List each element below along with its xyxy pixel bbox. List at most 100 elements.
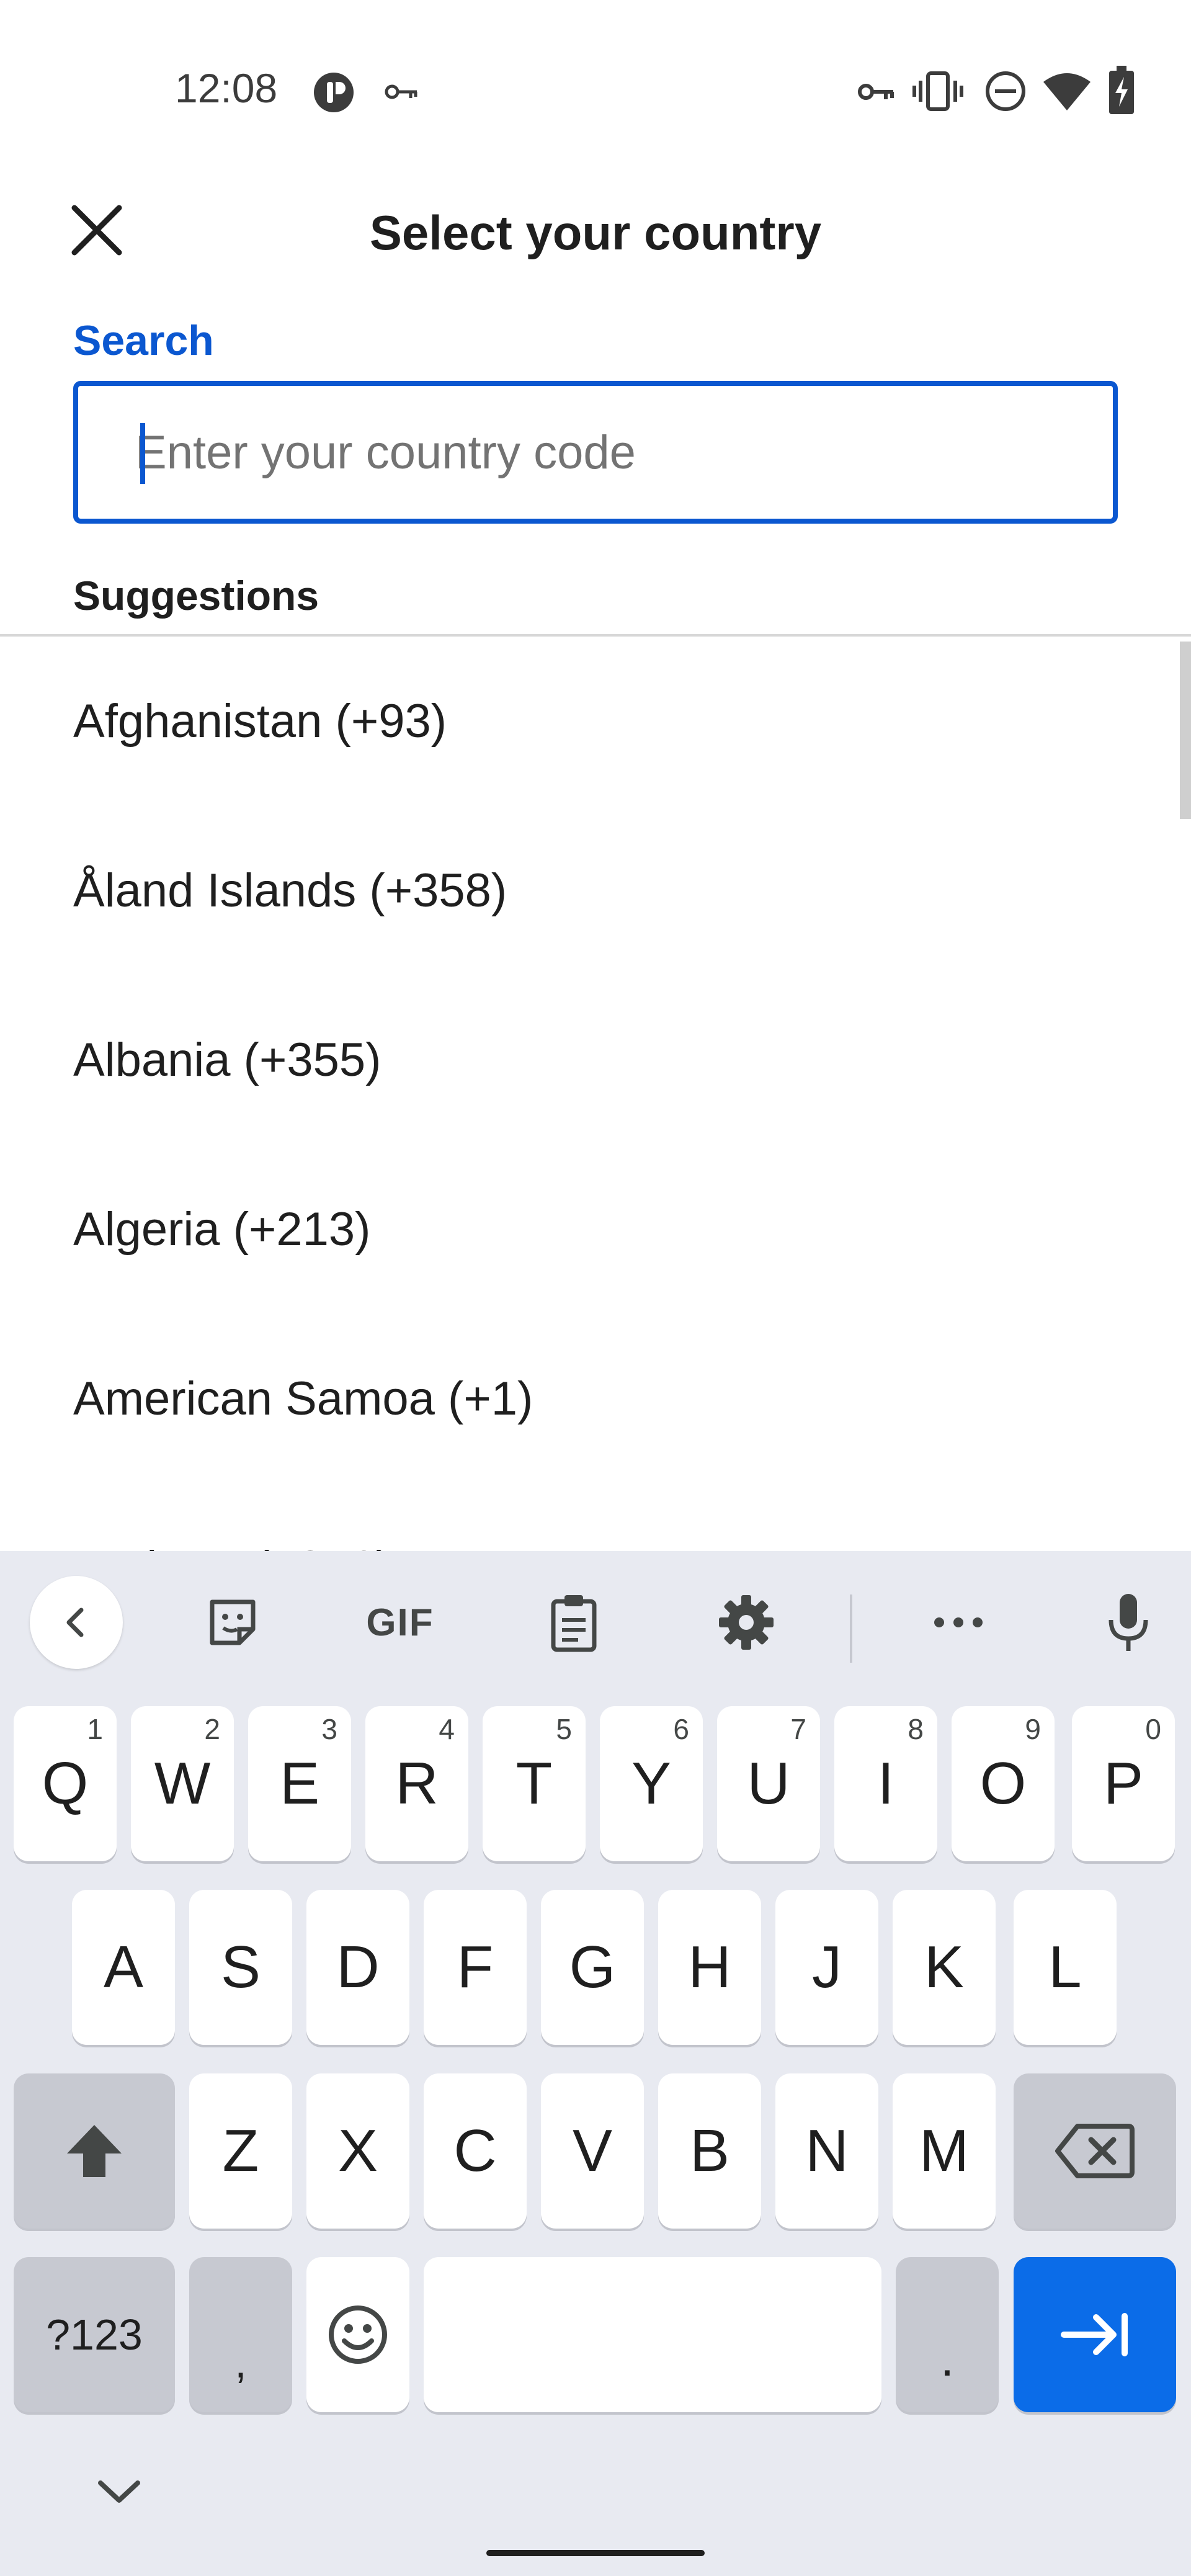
backspace-icon [1055,2124,1135,2178]
toolbar-back-button[interactable] [30,1576,123,1669]
key-hint: 2 [204,1713,220,1745]
backspace-key[interactable] [1014,2073,1176,2229]
shift-icon [67,2125,122,2177]
key-e[interactable]: E3 [248,1706,351,1861]
comma-key[interactable]: , [189,2257,292,2412]
key-r[interactable]: R4 [365,1706,468,1861]
hide-keyboard-chevron-down-icon[interactable] [93,2475,145,2507]
gif-label: GIF [366,1601,434,1644]
gear-icon [719,1595,774,1650]
key-hint: 0 [1145,1713,1161,1745]
key-label: U [747,1750,790,1817]
shift-key[interactable] [14,2073,175,2229]
more-options-button[interactable] [912,1576,1005,1669]
symbols-key[interactable]: ?123 [14,2257,175,2412]
list-item-andorra[interactable]: Andorra (+376) [0,1483,1179,1551]
gif-button[interactable]: GIF [354,1576,447,1669]
key-u[interactable]: U7 [717,1706,820,1861]
key-c[interactable]: C [424,2073,527,2229]
key-icon [858,84,894,100]
key-w[interactable]: W2 [131,1706,234,1861]
toolbar-separator [850,1594,852,1663]
screen: 12:08 Select your country Search Enter y… [0,0,1191,2576]
clipboard-button[interactable] [527,1576,620,1669]
more-horizontal-icon [934,1617,983,1627]
emoji-icon [329,2305,387,2364]
key-f[interactable]: F [424,1890,527,2045]
key-label: I [877,1750,894,1817]
key-label: Q [42,1750,89,1817]
key-j[interactable]: J [775,1890,878,2045]
key-z[interactable]: Z [189,2073,292,2229]
key-hint: 4 [439,1713,455,1745]
key-hint: 8 [908,1713,924,1745]
key-k[interactable]: K [893,1890,996,2045]
keyboard-toolbar: GIF [0,1551,1191,1688]
gesture-navigation-handle[interactable] [486,2550,705,2556]
key-h[interactable]: H [658,1890,761,2045]
list-item-afghanistan[interactable]: Afghanistan (+93) [0,637,1179,806]
key-label: E [279,1750,320,1817]
key-label: R [395,1750,439,1817]
key-s[interactable]: S [189,1890,292,2045]
key-label: T [515,1750,553,1817]
key-label: Y [631,1750,672,1817]
key-hint: 5 [556,1713,572,1745]
text-caret [140,423,145,484]
key-d[interactable]: D [306,1890,409,2045]
key-l[interactable]: L [1014,1890,1117,2045]
period-key[interactable]: . [896,2257,999,2412]
search-field[interactable] [73,381,1118,524]
settings-button[interactable] [700,1576,793,1669]
key-a[interactable]: A [72,1890,175,2045]
key-label: W [154,1750,211,1817]
key-v[interactable]: V [541,2073,644,2229]
sticker-icon [210,1599,256,1645]
battery-charging-icon [1109,66,1134,114]
wifi-icon [1043,73,1091,110]
vibrate-icon [912,71,963,111]
key-hint: 1 [87,1713,103,1745]
status-bar: 12:08 [0,0,1191,149]
list-item-albania[interactable]: Albania (+355) [0,975,1179,1145]
sticker-button[interactable] [186,1576,279,1669]
search-label: Search [73,317,214,364]
key-label: O [979,1750,1027,1817]
app-notification-icon [314,73,354,112]
status-time: 12:08 [175,65,278,111]
key-hint: 3 [321,1713,337,1745]
keyboard: G I F [0,1551,1191,2576]
list-item-algeria[interactable]: Algeria (+213) [0,1145,1179,1314]
key-b[interactable]: B [658,2073,761,2229]
country-code-input[interactable] [134,386,1102,519]
key-m[interactable]: M [893,2073,996,2229]
key-q[interactable]: Q1 [14,1706,117,1861]
key-x[interactable]: X [306,2073,409,2229]
next-key[interactable] [1014,2257,1176,2412]
key-t[interactable]: T5 [483,1706,586,1861]
list-item-american-samoa[interactable]: American Samoa (+1) [0,1314,1179,1483]
key-y[interactable]: Y6 [600,1706,703,1861]
page-title: Select your country [369,205,822,260]
voice-input-button[interactable] [1082,1576,1175,1669]
suggestions-title: Suggestions [73,573,319,619]
key-hint: 7 [790,1713,806,1745]
key-label: P [1103,1750,1144,1817]
do-not-disturb-icon [986,71,1025,111]
scrollbar-thumb[interactable] [1180,642,1191,819]
key-p[interactable]: P0 [1072,1706,1175,1861]
key-g[interactable]: G [541,1890,644,2045]
vpn-key-icon [385,84,417,99]
clipboard-icon [551,1595,597,1652]
space-key[interactable] [424,2257,881,2412]
key-i[interactable]: I8 [834,1706,937,1861]
key-n[interactable]: N [775,2073,878,2229]
key-o[interactable]: O9 [952,1706,1055,1861]
chevron-left-icon [66,1608,84,1637]
key-hint: 9 [1025,1713,1041,1745]
suggestions-list: Afghanistan (+93) Åland Islands (+358) A… [0,637,1191,1551]
microphone-icon [1108,1594,1148,1651]
list-item-aland-islands[interactable]: Åland Islands (+358) [0,806,1179,975]
emoji-key[interactable] [306,2257,409,2412]
arrow-right-to-bar-icon [1061,2313,1128,2356]
